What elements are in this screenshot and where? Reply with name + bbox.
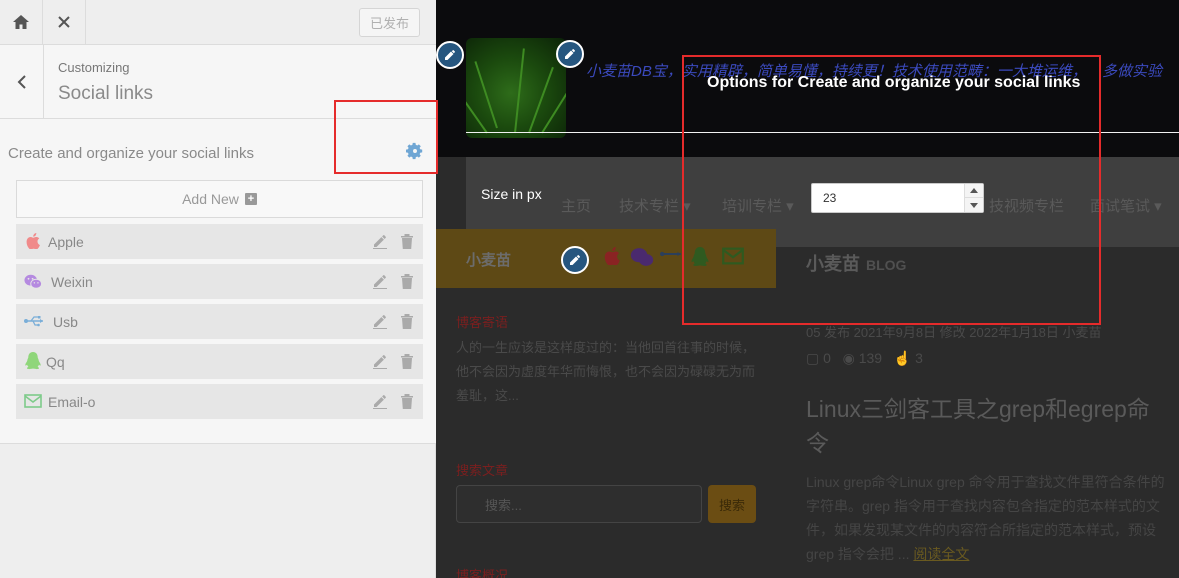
view-count: 139	[858, 350, 883, 366]
search-button[interactable]: 搜索	[708, 485, 756, 523]
sidebar-section-title: 博客概况	[456, 568, 509, 578]
nav-item-home[interactable]: 主页	[561, 195, 591, 216]
comment-count: 0	[823, 350, 831, 366]
pencil-icon	[445, 50, 455, 60]
sidebar-section-text: 人的一生应该是这样度过的：当他回首往事的时候，他不会因为虚度年华而悔恨，也不会因…	[456, 340, 756, 403]
customizer-panel: 已发布 Customizing Social links Create and …	[0, 0, 436, 578]
usb-icon[interactable]	[660, 247, 684, 261]
home-icon	[13, 15, 29, 29]
pencil-icon[interactable]	[372, 313, 388, 329]
social-link-row[interactable]: Email-o	[16, 384, 423, 419]
add-new-label: Add New	[182, 191, 239, 207]
social-link-label: Apple	[48, 234, 84, 250]
usb-icon	[24, 312, 46, 330]
thumbs-up-icon: ☝	[893, 350, 912, 366]
highlight-box	[682, 55, 1101, 325]
social-link-label: Qq	[46, 354, 65, 370]
control-label: Create and organize your social links	[8, 145, 254, 162]
social-link-row[interactable]: Usb	[16, 304, 423, 339]
edit-shortcut-button[interactable]	[561, 246, 589, 274]
site-tagline-end: 多做实验	[1102, 63, 1163, 80]
back-button[interactable]	[0, 45, 44, 119]
trash-icon[interactable]	[400, 353, 414, 369]
section-title: Social links	[58, 83, 154, 104]
pencil-icon[interactable]	[372, 273, 388, 289]
close-icon	[58, 16, 70, 28]
search-placeholder: 搜索...	[485, 498, 522, 513]
article-title[interactable]: Linux三剑客工具之grep和egrep命令	[806, 392, 1166, 460]
sidebar-section-title: 搜索文章	[456, 463, 509, 478]
plus-icon: +	[244, 193, 257, 205]
pencil-icon	[570, 255, 580, 265]
home-button[interactable]	[0, 0, 43, 44]
article-excerpt: Linux grep命令Linux grep 命令用于查找文件里符合条件的字符串…	[806, 470, 1166, 566]
sidebar-author-name: 小麦苗	[466, 252, 512, 269]
pencil-icon	[565, 49, 575, 59]
customizer-topbar: 已发布	[0, 0, 436, 45]
social-link-row[interactable]: Apple	[16, 224, 423, 259]
eye-icon: ◉	[842, 350, 855, 366]
add-new-button[interactable]: Add New +	[16, 180, 423, 218]
close-button[interactable]	[43, 0, 86, 44]
pencil-icon[interactable]	[372, 393, 388, 409]
email-icon	[24, 392, 42, 410]
qq-icon	[24, 352, 42, 370]
apple-icon[interactable]	[604, 247, 620, 265]
weixin-icon	[24, 272, 42, 290]
nav-item-tech[interactable]: 技术专栏 ▾	[619, 195, 691, 216]
social-link-row[interactable]: Qq	[16, 344, 423, 379]
article-stats: ▢ 0 ◉ 139 ☝ 3	[806, 350, 923, 367]
article-excerpt-text: Linux grep命令Linux grep 命令用于查找文件里符合条件的字符串…	[806, 474, 1165, 562]
size-label: Size in px	[481, 186, 542, 202]
read-more-link[interactable]: 阅读全文	[913, 546, 969, 562]
highlight-box	[334, 100, 438, 174]
social-link-label: Usb	[53, 314, 78, 330]
pencil-icon[interactable]	[372, 353, 388, 369]
search-field[interactable]: 搜索...	[456, 485, 702, 523]
trash-icon[interactable]	[400, 273, 414, 289]
edit-shortcut-button[interactable]	[436, 41, 464, 69]
apple-icon	[24, 232, 42, 250]
social-link-label: Email-o	[48, 394, 96, 410]
pencil-icon[interactable]	[372, 233, 388, 249]
social-link-row[interactable]: Weixin	[16, 264, 423, 299]
comment-icon: ▢	[806, 350, 820, 366]
site-logo[interactable]	[466, 38, 566, 138]
breadcrumb: Customizing	[58, 60, 130, 75]
trash-icon[interactable]	[400, 233, 414, 249]
like-count: 3	[915, 350, 923, 366]
chevron-left-icon	[17, 75, 26, 89]
trash-icon[interactable]	[400, 393, 414, 409]
publish-button[interactable]: 已发布	[359, 8, 420, 37]
social-link-label: Weixin	[51, 274, 93, 290]
edit-shortcut-button[interactable]	[556, 40, 584, 68]
trash-icon[interactable]	[400, 313, 414, 329]
weixin-icon[interactable]	[630, 247, 654, 267]
sidebar-section-title: 博客寄语	[456, 315, 509, 330]
